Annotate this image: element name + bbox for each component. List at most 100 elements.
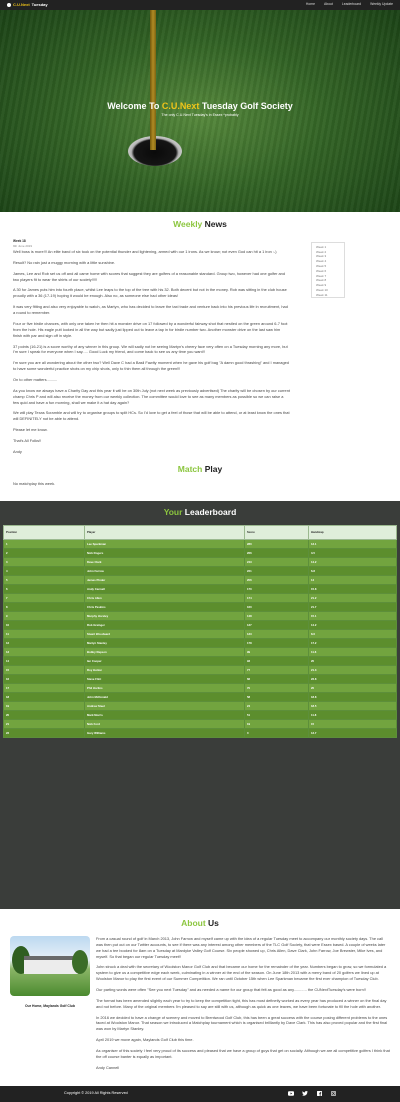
cell-position: 16 [3,674,85,685]
cell-player: Murphy Horsley [84,611,245,622]
cell-score: 137 [244,620,309,631]
nav-link-leaderboard[interactable]: Leaderboard [342,2,361,7]
hero-title-prefix: Welcome To [107,101,162,111]
cell-position: 3 [3,557,85,568]
cell-score: 148 [244,611,309,622]
cell-position: 2 [3,548,85,559]
hero-title-accent: C.U.Next [161,101,200,111]
table-row: 17 Phil Horlins 70 20 [3,683,397,694]
about-paragraph: Our parting words were often "See you ne… [96,987,366,993]
cell-player: Dave Clark [84,557,245,568]
cell-position: 1 [3,539,85,550]
about-paragraph: John struck a deal with the secretary of… [96,964,387,982]
table-row: 9 Murphy Horsley 148 15.1 [3,611,397,622]
cell-score: 160 [244,602,309,613]
about-paragraph: Andy Cannell [96,1064,120,1070]
twitter-icon[interactable] [302,1091,308,1097]
cell-handicap: 17.2 [308,638,397,649]
news-content: Week 18 9th June 2019 Well boss is more!… [13,239,387,460]
week-link[interactable]: Week 11 [316,293,340,298]
cell-position: 22 [3,728,85,739]
cell-score: 77 [244,665,309,676]
cell-player: Rob Grainger [84,620,245,631]
news-paragraph: I'm sure you are all wondering about the… [13,360,289,372]
news-date: 9th June 2019 [13,243,33,248]
weekly-news-title-accent: Weekly [173,219,203,229]
news-paragraph: James, Lee and Rob set us off and all ca… [13,270,286,282]
news-paragraph: It was very fitting and also very enjoya… [13,304,288,316]
hero-title: Welcome To C.U.Next Tuesday Golf Society [0,100,400,114]
cell-score: 99 [244,647,309,658]
nav-link-about[interactable]: About [324,2,333,7]
about-section: Our Home, Maylands Golf Club From a casu… [0,936,400,1076]
cell-handicap: 14.2 [308,557,397,568]
cell-player: Ian Cooper [84,656,245,667]
cell-position: 13 [3,647,85,658]
cell-player: Nick Rogers [84,548,245,559]
clubhouse-building [24,956,78,975]
cell-score: 93 [244,656,309,667]
about-title: About Us [0,917,400,930]
golf-ball-icon [7,3,11,7]
cell-player: Stuart Woodward [84,629,245,640]
cell-player: Chris Allen [84,593,245,604]
weekly-news-title: Weekly News [13,218,387,231]
cell-score: 70 [244,683,309,694]
cell-position: 19 [3,701,85,712]
cell-handicap: 13.1 [308,539,397,550]
table-row: 3 Dave Clark 243 14.2 [3,557,397,568]
hero-title-suffix: Tuesday Golf Society [199,101,293,111]
cell-position: 12 [3,638,85,649]
table-row: 21 Nick Ford 19 15 [3,719,397,730]
cell-score: 66 [244,674,309,685]
table-row: 5 James Pinder 206 14 [3,575,397,586]
match-play-title-rest: Play [202,463,223,474]
cell-player: Bobby Rapson [84,647,245,658]
cell-position: 6 [3,584,85,595]
cell-player: Chris Peskins [84,602,245,613]
cell-handicap: 21.3 [308,665,397,676]
clubhouse-image [10,936,90,997]
copyright-text: Copyright © 2019 All Rights Reserved [64,1090,128,1095]
weekly-news-section: Weekly News Week 18 9th June 2019 Well b… [0,218,400,460]
table-header-row: Position Player Score Handicap [3,525,397,541]
cell-position: 10 [3,620,85,631]
cell-score: 58 [244,692,309,703]
cell-position: 11 [3,629,85,640]
table-row: 12 Martyn Stanley 178 17.2 [3,638,397,649]
table-row: 2 Nick Rogers 266 3.5 [3,548,397,559]
news-paragraph: On to other matters.......... [13,376,58,382]
about-paragraph: In 2016 we decided to have a change of s… [96,1014,388,1032]
cell-handicap: 15 [308,719,397,730]
cell-handicap: 20 [308,683,397,694]
cell-score: 206 [244,575,309,586]
facebook-icon[interactable] [316,1091,322,1097]
news-article: Week 18 9th June 2019 Well boss is more!… [13,239,290,460]
cell-score: 178 [244,638,309,649]
about-paragraph: As organiser of this society I feel very… [96,1048,390,1059]
about-title-rest: Us [205,918,219,929]
cell-position: 5 [3,575,85,586]
news-paragraph: We will play Texas Scramble and will try… [13,410,290,422]
nav-link-home[interactable]: Home [306,2,315,7]
cell-player: Steve Flint [84,674,245,685]
youtube-icon[interactable] [288,1091,294,1097]
cell-position: 15 [3,665,85,676]
cell-handicap: 21.2 [308,593,397,604]
column-header-player: Player [84,525,245,541]
leaderboard-title-rest: Leaderboard [182,507,237,518]
table-row: 14 Ian Cooper 93 20 [3,656,397,667]
cell-handicap: 20 [308,656,397,667]
cell-handicap: 6.8 [308,566,397,577]
nav-links: Home About Leaderboard Weekly Update [306,2,393,7]
cell-handicap: 15.8 [308,584,397,595]
cell-player: Phil Horlins [84,683,245,694]
clubhouse-caption: Our Home, Maylands Golf Club [25,1004,75,1009]
instagram-icon[interactable] [330,1091,336,1097]
cell-handicap: 14.2 [308,620,397,631]
cell-handicap: 18.5 [308,701,397,712]
brand-logo[interactable]: C.U.Next Tuesday [7,2,48,8]
nav-link-weekly-update[interactable]: Weekly Update [370,2,393,7]
table-row: 16 Steve Flint 66 22.8 [3,674,397,685]
cell-handicap: 22.8 [308,674,397,685]
